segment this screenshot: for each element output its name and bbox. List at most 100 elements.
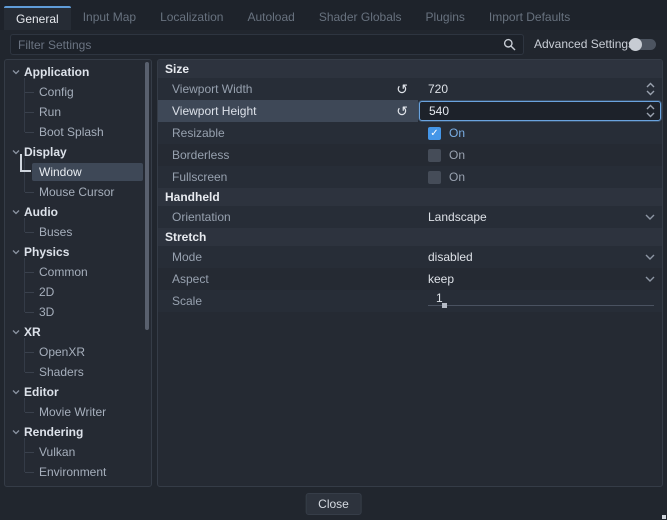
- section-header-size: Size: [158, 60, 662, 78]
- category-children: Config Run Boot Splash: [5, 82, 151, 142]
- tab-localization[interactable]: Localization: [148, 6, 235, 30]
- chevron-down-icon: [645, 254, 655, 260]
- tree-guide: [25, 132, 34, 133]
- chevron-down-icon[interactable]: [12, 248, 20, 256]
- property-label-cell: Aspect: [158, 268, 418, 290]
- scale-slider[interactable]: [428, 305, 654, 306]
- category-children: Vulkan Environment: [5, 442, 151, 482]
- sidebar-item-vulkan[interactable]: Vulkan: [5, 442, 151, 462]
- sidebar-item-mouse-cursor[interactable]: Mouse Cursor: [5, 182, 151, 202]
- property-label-cell: Resizable: [158, 122, 418, 144]
- sidebar-item-2d[interactable]: 2D: [5, 282, 151, 302]
- slider-handle[interactable]: [442, 303, 447, 308]
- sidebar-item-config[interactable]: Config: [5, 82, 151, 102]
- tab-shader-globals[interactable]: Shader Globals: [307, 6, 414, 30]
- dropdown-value: keep: [428, 272, 454, 286]
- spinner-icon[interactable]: [646, 104, 655, 118]
- sidebar-item-run[interactable]: Run: [5, 102, 151, 122]
- item-label: 3D: [39, 305, 54, 319]
- tab-bar: General Input Map Localization Autoload …: [0, 0, 667, 30]
- item-label: Window: [39, 165, 82, 179]
- sidebar-item-openxr[interactable]: OpenXR: [5, 342, 151, 362]
- search-input[interactable]: [18, 38, 503, 52]
- viewport-width-value[interactable]: 720: [428, 82, 448, 96]
- property-row-viewport-height: Viewport Height ↺ 540: [158, 100, 662, 122]
- stretch-aspect-dropdown[interactable]: keep: [418, 268, 662, 290]
- revert-icon[interactable]: ↺: [396, 104, 408, 118]
- settings-category-sidebar: Application Config Run Boot Splash Displ…: [4, 59, 152, 487]
- sidebar-category-editor[interactable]: Editor: [5, 382, 151, 402]
- tab-input-map[interactable]: Input Map: [71, 6, 148, 30]
- chevron-down-icon[interactable]: [12, 208, 20, 216]
- property-label-cell: Viewport Width ↺: [158, 78, 418, 100]
- project-settings-dialog: { "tabs": { "items": [ { "label": "Gener…: [0, 0, 667, 520]
- property-label: Viewport Height: [172, 104, 396, 118]
- checkbox-unchecked-icon[interactable]: [428, 171, 441, 184]
- checkbox-unchecked-icon[interactable]: [428, 149, 441, 162]
- chevron-down-icon: [645, 276, 655, 282]
- sidebar-category-audio[interactable]: Audio: [5, 202, 151, 222]
- sidebar-scrollbar[interactable]: [145, 62, 149, 330]
- chevron-down-icon[interactable]: [12, 428, 20, 436]
- close-button[interactable]: Close: [305, 493, 362, 515]
- property-label: Borderless: [172, 148, 418, 162]
- property-value-cell: 540: [418, 100, 662, 122]
- category-label: XR: [24, 325, 41, 339]
- revert-icon[interactable]: ↺: [396, 82, 408, 96]
- sidebar-item-common[interactable]: Common: [5, 262, 151, 282]
- chevron-down-icon[interactable]: [12, 328, 20, 336]
- property-label: Aspect: [172, 272, 418, 286]
- chevron-down-icon: [645, 214, 655, 220]
- item-label: Common: [39, 265, 88, 279]
- sidebar-category-xr[interactable]: XR: [5, 322, 151, 342]
- sidebar-item-window[interactable]: Window: [5, 162, 151, 182]
- chevron-down-icon[interactable]: [12, 148, 20, 156]
- sidebar-category-application[interactable]: Application: [5, 62, 151, 82]
- tree-guide: [25, 352, 34, 353]
- chevron-down-icon[interactable]: [12, 68, 20, 76]
- property-value-cell: On: [418, 166, 662, 188]
- tab-general[interactable]: General: [4, 6, 71, 30]
- sidebar-item-buses[interactable]: Buses: [5, 222, 151, 242]
- resize-grip-icon[interactable]: [662, 515, 666, 519]
- checkbox-checked-icon[interactable]: ✓: [428, 127, 441, 140]
- property-row-fullscreen: Fullscreen On: [158, 166, 662, 188]
- sidebar-category-physics[interactable]: Physics: [5, 242, 151, 262]
- sidebar-item-boot-splash[interactable]: Boot Splash: [5, 122, 151, 142]
- dropdown-value: Landscape: [428, 210, 487, 224]
- orientation-dropdown[interactable]: Landscape: [418, 206, 662, 228]
- filter-settings-input[interactable]: [10, 34, 524, 55]
- item-label: Shaders: [39, 365, 84, 379]
- category-label: Application: [24, 65, 89, 79]
- sidebar-item-shaders[interactable]: Shaders: [5, 362, 151, 382]
- tree-guide: [25, 192, 34, 193]
- category-label: Audio: [24, 205, 58, 219]
- category-children: Window Mouse Cursor: [5, 162, 151, 202]
- stretch-mode-dropdown[interactable]: disabled: [418, 246, 662, 268]
- sidebar-item-movie-writer[interactable]: Movie Writer: [5, 402, 151, 422]
- spinner-icon[interactable]: [646, 82, 655, 96]
- sidebar-item-environment[interactable]: Environment: [5, 462, 151, 482]
- settings-properties-panel: Size Viewport Width ↺ 720 Viewport Heigh…: [157, 59, 663, 487]
- search-icon: [503, 38, 516, 51]
- chevron-down-icon[interactable]: [12, 388, 20, 396]
- tab-plugins[interactable]: Plugins: [414, 6, 477, 30]
- category-label: Rendering: [24, 425, 83, 439]
- scale-value[interactable]: 1: [428, 291, 443, 305]
- tree-guide: [25, 92, 34, 93]
- category-label: Editor: [24, 385, 59, 399]
- category-children: Buses: [5, 222, 151, 242]
- section-header-handheld: Handheld: [158, 188, 662, 206]
- sidebar-category-rendering[interactable]: Rendering: [5, 422, 151, 442]
- sidebar-item-3d[interactable]: 3D: [5, 302, 151, 322]
- item-label: Run: [39, 105, 61, 119]
- tab-autoload[interactable]: Autoload: [235, 6, 306, 30]
- viewport-height-input[interactable]: 540: [419, 101, 661, 121]
- checkbox-label: On: [449, 126, 465, 140]
- checkbox-label: On: [449, 148, 465, 162]
- tab-import-defaults[interactable]: Import Defaults: [477, 6, 582, 30]
- item-label: Boot Splash: [39, 125, 104, 139]
- item-label: Environment: [39, 465, 106, 479]
- property-row-borderless: Borderless On: [158, 144, 662, 166]
- advanced-settings-toggle[interactable]: [629, 38, 656, 51]
